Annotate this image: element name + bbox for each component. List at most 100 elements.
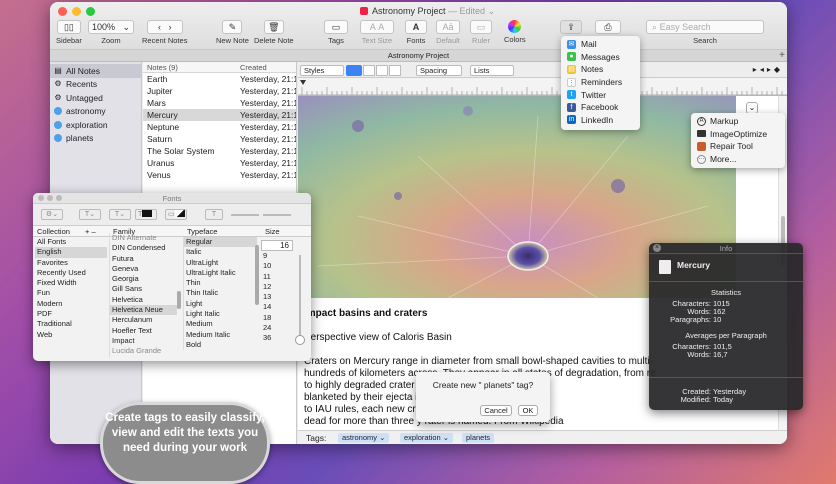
column-header-notes[interactable]: Notes (9)	[143, 62, 238, 72]
delete-note-button[interactable]: 🗑 Delete Note	[254, 20, 294, 45]
typeface-item[interactable]: Medium Italic	[184, 330, 257, 340]
family-item[interactable]: Futura	[110, 254, 177, 264]
size-item[interactable]: 11	[261, 272, 291, 282]
underline-icon[interactable]: T⌄	[79, 209, 101, 220]
family-scroll-thumb[interactable]	[177, 291, 181, 309]
column-header-created[interactable]: Created	[238, 62, 296, 72]
lists-select[interactable]: Lists	[470, 65, 514, 76]
share-item-facebook[interactable]: f Facebook	[561, 101, 640, 114]
typeface-scroll-thumb[interactable]	[255, 245, 259, 305]
default-button[interactable]: Aā Default	[436, 20, 460, 45]
typeface-item[interactable]: Bold	[184, 340, 257, 350]
collection-item[interactable]: Recently Used	[35, 268, 107, 278]
note-row-selected[interactable]: Mercury Yesterday, 21:1	[143, 109, 296, 121]
sidebar-item-all-notes[interactable]: ▤ All Notes	[50, 64, 141, 78]
text-color-icon[interactable]: T	[135, 209, 157, 220]
note-row[interactable]: Jupiter Yesterday, 21:1	[143, 85, 296, 97]
typeface-item[interactable]: Light	[184, 299, 257, 309]
family-item[interactable]: Hoefler Text	[110, 326, 177, 336]
collection-item[interactable]: Fixed Width	[35, 278, 107, 288]
note-row[interactable]: Neptune Yesterday, 21:1	[143, 121, 296, 133]
size-item[interactable]: 18	[261, 313, 291, 323]
note-row[interactable]: The Solar System Yesterday, 21:1	[143, 145, 296, 157]
share-item-reminders[interactable]: ⋮ Reminders	[561, 76, 640, 89]
family-item-selected[interactable]: Helvetica Neue	[110, 305, 177, 316]
recent-notes-control[interactable]: ‹ › Recent Notes	[142, 20, 187, 45]
size-item[interactable]: 14	[261, 302, 291, 312]
add-tab-icon[interactable]: +	[779, 50, 785, 62]
sidebar-item-untagged[interactable]: ⚙ Untagged	[50, 91, 141, 105]
close-window-button[interactable]	[58, 7, 67, 16]
size-item[interactable]: 9	[261, 251, 291, 261]
colors-button[interactable]: Colors	[504, 20, 526, 44]
family-item[interactable]: Helvetica	[110, 295, 177, 305]
collection-item-selected[interactable]: English	[35, 247, 107, 258]
typeface-item[interactable]: Medium	[184, 319, 257, 329]
spacing-select[interactable]: Spacing	[416, 65, 462, 76]
collection-item[interactable]: Fun	[35, 288, 107, 298]
note-row[interactable]: Venus Yesterday, 21:1	[143, 169, 296, 181]
share-item-notes[interactable]: ▤ Notes	[561, 63, 640, 76]
size-item[interactable]: 12	[261, 282, 291, 292]
cancel-button[interactable]: Cancel	[480, 405, 512, 416]
tab-astronomy-project[interactable]: Astronomy Project	[50, 50, 787, 62]
add-collection-icon[interactable]: + –	[85, 226, 96, 237]
ruler-button[interactable]: ▭ Ruler	[470, 20, 492, 45]
typeface-item[interactable]: Italic	[184, 247, 257, 257]
sidebar-item-exploration[interactable]: exploration	[50, 118, 141, 132]
share-item-mail[interactable]: ✉ Mail	[561, 38, 640, 51]
font-size-input[interactable]: 16	[261, 240, 293, 251]
font-size-slider-knob[interactable]	[295, 335, 305, 345]
sidebar-item-recents[interactable]: ⚙ Recents	[50, 78, 141, 92]
forward-arrow-icon[interactable]: ›	[168, 22, 171, 32]
note-text-line[interactable]: Craters on Mercury range in diameter fro…	[304, 356, 653, 367]
document-color-icon[interactable]: ▭	[165, 209, 187, 220]
typeface-item[interactable]: Light Italic	[184, 309, 257, 319]
family-item[interactable]: Georgia	[110, 274, 177, 284]
typeface-item-selected[interactable]: Regular	[184, 237, 257, 248]
share-item-linkedin[interactable]: in LinkedIn	[561, 114, 640, 127]
note-row[interactable]: Uranus Yesterday, 21:1	[143, 157, 296, 169]
search-input[interactable]: ⌕ Easy Search	[646, 20, 764, 34]
align-justify-icon[interactable]	[389, 65, 401, 76]
family-item[interactable]: DIN Alternate	[110, 233, 177, 243]
tag-chip-exploration[interactable]: exploration ⌄	[400, 433, 454, 443]
size-item[interactable]: 36	[261, 333, 291, 343]
collection-item[interactable]: Traditional	[35, 319, 107, 329]
tag-chip-planets[interactable]: planets	[462, 433, 495, 443]
zoom-window-button[interactable]	[86, 7, 95, 16]
align-left-icon[interactable]	[350, 65, 362, 76]
family-item[interactable]: Gill Sans	[110, 284, 177, 294]
print-button[interactable]: ⎙	[595, 20, 621, 34]
family-item[interactable]: Geneva	[110, 264, 177, 274]
typeface-item[interactable]: UltraLight Italic	[184, 268, 257, 278]
menu-item-imageoptimize[interactable]: ImageOptimize	[691, 128, 785, 141]
tags-button[interactable]: ▭ Tags	[324, 20, 348, 45]
collection-item[interactable]: Modern	[35, 299, 107, 309]
share-item-messages[interactable]: ● Messages	[561, 51, 640, 64]
align-center-icon[interactable]	[363, 65, 375, 76]
sidebar-item-astronomy[interactable]: astronomy	[50, 105, 141, 119]
note-heading[interactable]: Impact basins and craters	[304, 308, 427, 319]
tag-chip-astronomy[interactable]: astronomy ⌄	[338, 433, 390, 443]
sidebar-item-planets[interactable]: planets	[50, 132, 141, 146]
gear-icon[interactable]: ⚙⌄	[41, 209, 63, 220]
family-item[interactable]: Impact	[110, 336, 177, 346]
typeface-item[interactable]: Thin	[184, 278, 257, 288]
menu-item-markup[interactable]: A Markup	[691, 115, 785, 128]
typeface-item[interactable]: Thin Italic	[184, 288, 257, 298]
shadow-blur-slider[interactable]	[263, 214, 291, 216]
collection-item[interactable]: All Fonts	[35, 237, 107, 247]
collection-item[interactable]: Web	[35, 330, 107, 340]
family-item[interactable]: DIN Condensed	[110, 243, 177, 253]
sidebar-button[interactable]: ▯▯ Sidebar	[56, 20, 82, 45]
close-icon[interactable]: ×	[653, 244, 661, 252]
share-button[interactable]: ⇪	[560, 20, 582, 34]
back-arrow-icon[interactable]: ‹	[158, 22, 161, 32]
collection-item[interactable]: Favorites	[35, 258, 107, 268]
collection-item[interactable]: PDF	[35, 309, 107, 319]
minimize-window-button[interactable]	[72, 7, 81, 16]
size-item[interactable]: 24	[261, 323, 291, 333]
styles-select[interactable]: Styles	[300, 65, 344, 76]
font-size-slider[interactable]	[299, 255, 301, 343]
